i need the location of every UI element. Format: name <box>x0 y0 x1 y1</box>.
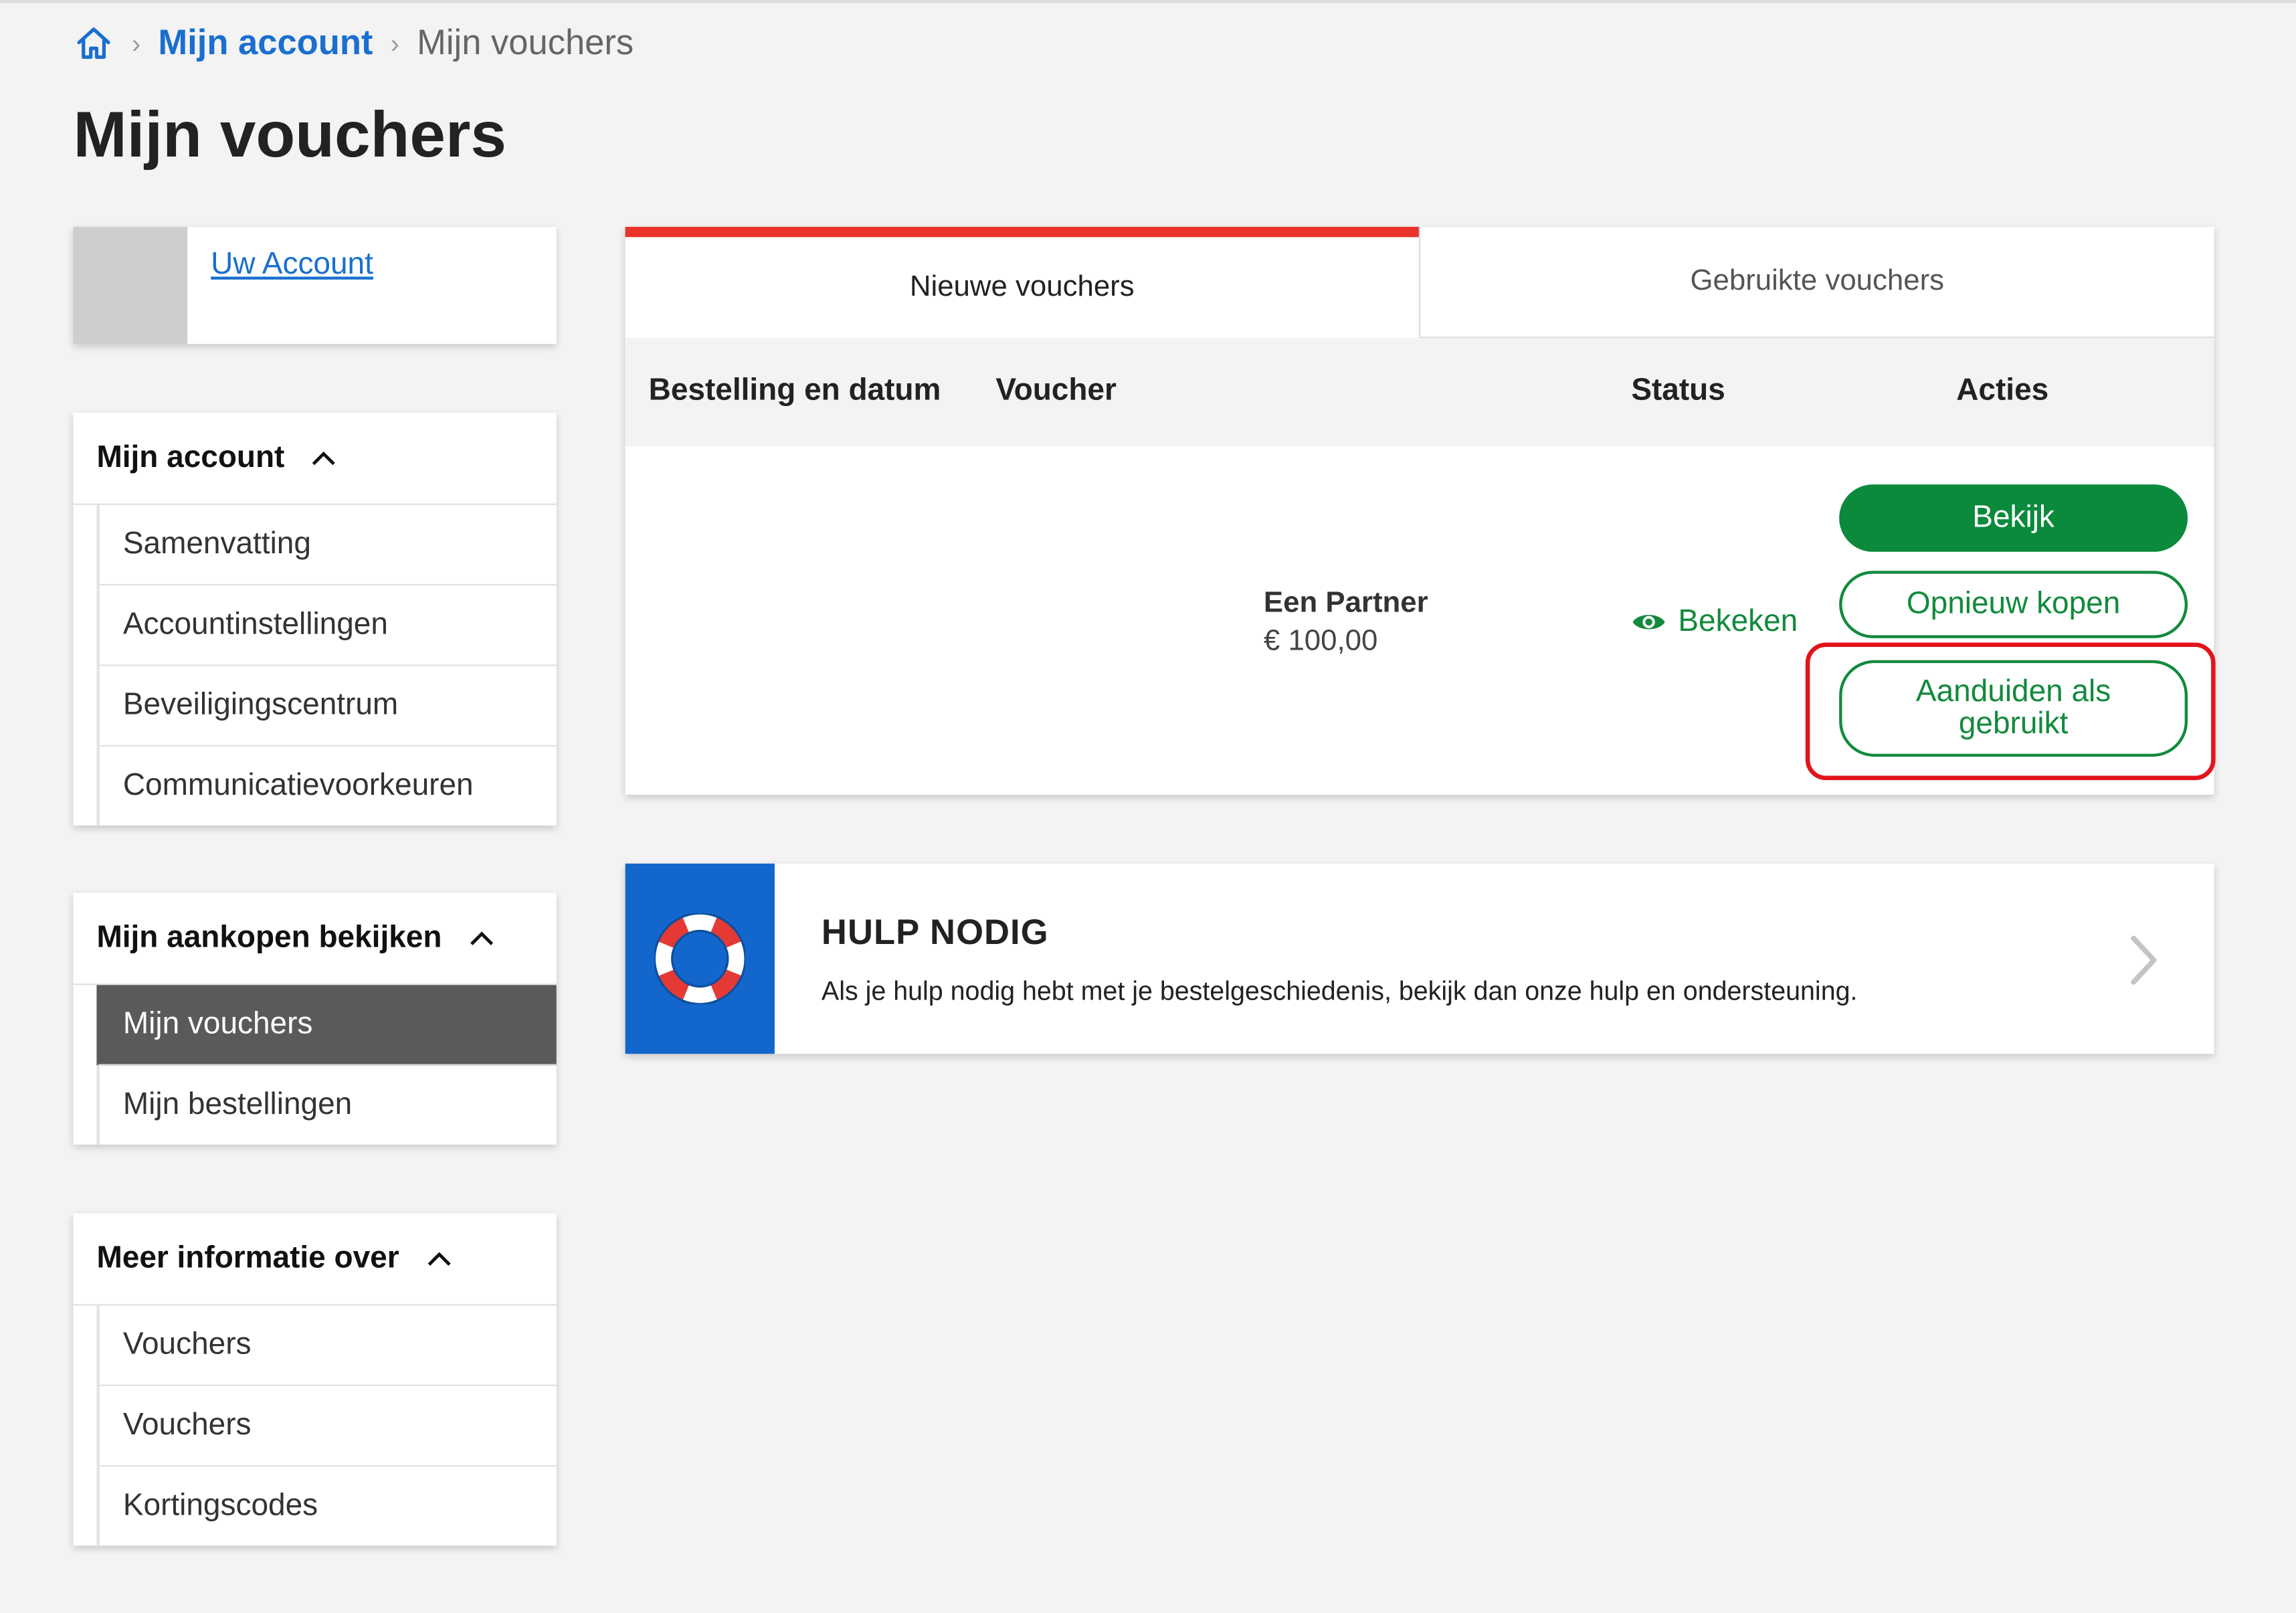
avatar <box>73 227 188 345</box>
breadcrumb: › Mijn account › Mijn vouchers <box>73 23 634 64</box>
menu-item-mijn-vouchers[interactable]: Mijn vouchers <box>96 985 557 1066</box>
menu-item-accountinstellingen[interactable]: Accountinstellingen <box>96 585 557 666</box>
menu-header-mijn-aankopen[interactable]: Mijn aankopen bekijken <box>73 893 557 985</box>
breadcrumb-separator: › <box>390 28 399 58</box>
vouchers-panel: Nieuwe vouchers Gebruikte vouchers Beste… <box>625 227 2216 795</box>
account-card: Uw Account <box>73 227 557 345</box>
menu-mijn-aankopen: Mijn aankopen bekijken Mijn vouchers Mij… <box>73 892 557 1145</box>
status-label: Bekeken <box>1678 604 1798 638</box>
help-icon-panel <box>625 863 775 1054</box>
menu-header-label: Meer informatie over <box>96 1241 399 1275</box>
menu-item-beveiligingscentrum[interactable]: Beveiligingscentrum <box>96 666 557 747</box>
lifebuoy-icon <box>654 913 746 1004</box>
chevron-up-icon <box>312 451 336 466</box>
column-header-voucher: Voucher <box>995 373 1117 407</box>
help-text: Als je hulp nodig hebt met je bestelgesc… <box>821 976 1858 1006</box>
breadcrumb-current: Mijn vouchers <box>417 23 634 64</box>
chevron-up-icon <box>427 1252 450 1266</box>
account-link[interactable]: Uw Account <box>211 248 373 283</box>
menu-item-kortingscodes[interactable]: Kortingscodes <box>96 1466 556 1546</box>
menu-meer-informatie: Meer informatie over Vouchers Vouchers K… <box>73 1213 557 1546</box>
voucher-name: Een Partner <box>1263 587 1428 620</box>
page-title: Mijn vouchers <box>73 99 506 171</box>
home-icon[interactable] <box>73 23 114 64</box>
breadcrumb-account-link[interactable]: Mijn account <box>158 23 373 64</box>
status-badge: Bekeken <box>1631 605 1798 640</box>
help-card[interactable]: HULP NODIG Als je hulp nodig hebt met je… <box>625 863 2214 1054</box>
menu-item-vouchers[interactable]: Vouchers <box>96 1305 557 1386</box>
breadcrumb-separator: › <box>131 28 141 58</box>
highlight-box <box>1805 642 2216 781</box>
rebuy-button[interactable]: Opnieuw kopen <box>1839 571 2188 638</box>
tab-used-vouchers[interactable]: Gebruikte vouchers <box>1418 227 2214 339</box>
tab-bar: Nieuwe vouchers Gebruikte vouchers <box>625 227 2214 339</box>
chevron-up-icon <box>470 931 493 945</box>
voucher-price: € 100,00 <box>1263 625 1378 658</box>
tab-new-vouchers[interactable]: Nieuwe vouchers <box>625 227 1419 339</box>
help-title: HULP NODIG <box>821 913 1049 953</box>
column-header-actions: Acties <box>1956 373 2049 407</box>
view-button[interactable]: Bekijk <box>1839 484 2188 552</box>
table-header: Bestelling en datum Voucher Status Actie… <box>625 338 2214 448</box>
menu-header-meer-informatie[interactable]: Meer informatie over <box>73 1214 557 1306</box>
menu-item-communicatievoorkeuren[interactable]: Communicatievoorkeuren <box>96 746 556 826</box>
menu-header-label: Mijn aankopen bekijken <box>96 921 442 955</box>
chevron-right-icon[interactable] <box>2127 934 2160 987</box>
menu-item-mijn-bestellingen[interactable]: Mijn bestellingen <box>96 1065 556 1145</box>
column-header-order-date: Bestelling en datum <box>648 373 941 407</box>
menu-header-mijn-account[interactable]: Mijn account <box>73 413 557 505</box>
menu-item-vouchers[interactable]: Vouchers <box>96 1386 557 1467</box>
menu-header-label: Mijn account <box>96 440 285 474</box>
menu-item-samenvatting[interactable]: Samenvatting <box>96 504 557 586</box>
menu-mijn-account: Mijn account Samenvatting Accountinstell… <box>73 412 557 826</box>
eye-icon <box>1632 615 1665 630</box>
top-divider <box>0 0 2296 3</box>
column-header-status: Status <box>1631 373 1725 407</box>
page: › Mijn account › Mijn vouchers Mijn vouc… <box>0 0 2296 1613</box>
